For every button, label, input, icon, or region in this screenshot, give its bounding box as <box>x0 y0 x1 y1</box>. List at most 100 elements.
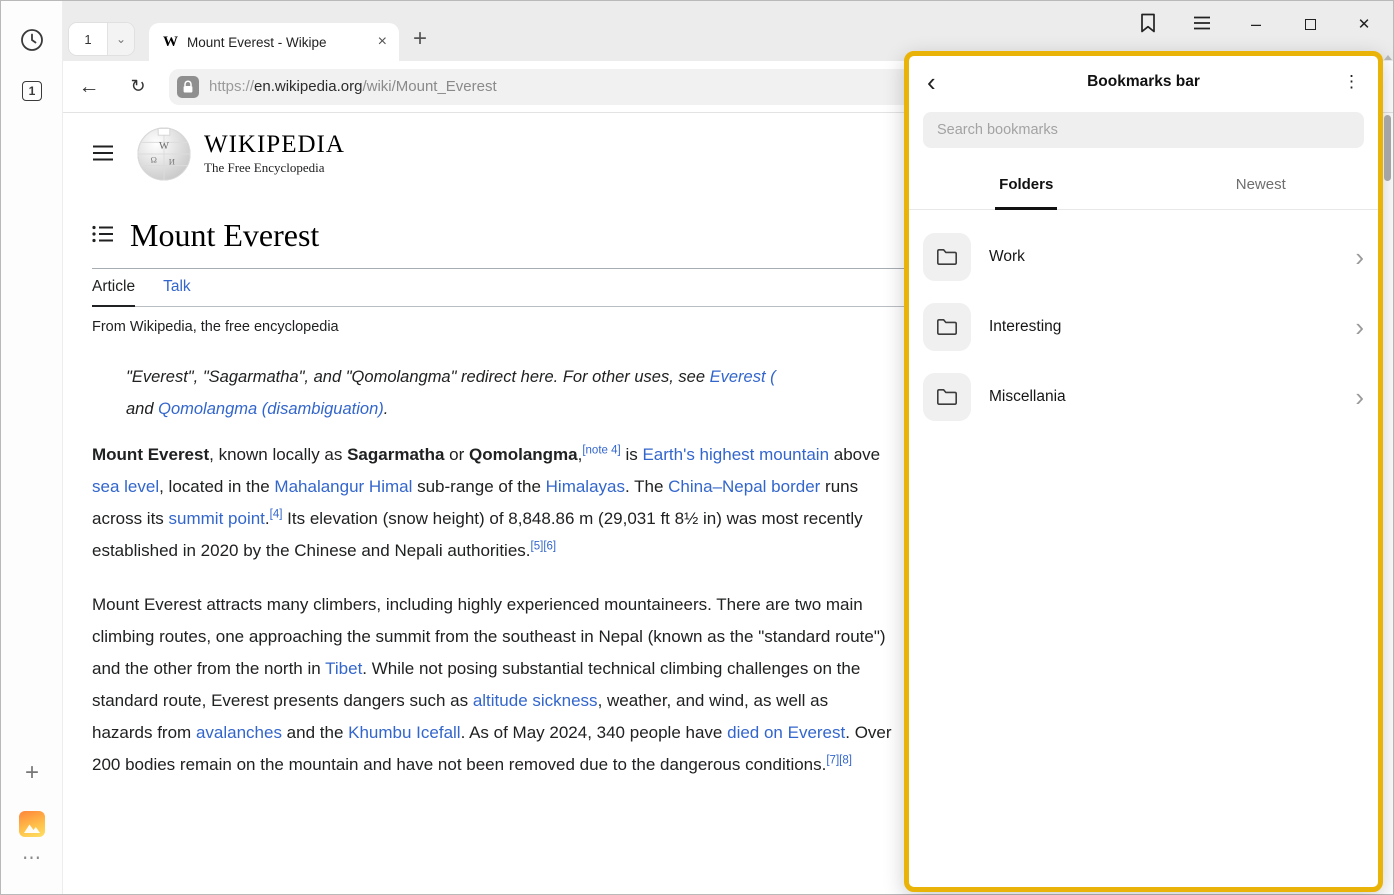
article-link[interactable]: Mahalangur Himal <box>274 477 412 496</box>
text-run: above <box>829 445 880 464</box>
history-clock-button[interactable] <box>1 28 63 54</box>
text-run: , located in the <box>159 477 274 496</box>
article-link[interactable]: China–Nepal border <box>668 477 820 496</box>
tab-title: Mount Everest - Wikipe <box>187 35 376 50</box>
browser-menu-button[interactable] <box>1175 2 1229 46</box>
article-link[interactable]: died on Everest <box>727 723 845 742</box>
article-paragraph-1: Mount Everest, known locally as Sagarmat… <box>92 439 892 567</box>
article-link[interactable]: Khumbu Icefall <box>348 723 460 742</box>
wikipedia-logo[interactable]: W Ω И <box>136 126 192 182</box>
text-run: . As of May 2024, 340 people have <box>461 723 728 742</box>
folder-label: Miscellania <box>989 388 1066 406</box>
bookmarks-panel-toggle-button[interactable] <box>1121 2 1175 46</box>
reload-button[interactable]: ↻ <box>127 76 149 97</box>
workspace-selector-button[interactable]: 1 <box>69 23 107 55</box>
left-rail: 1 + ⋯ <box>1 1 63 894</box>
text-run: . The <box>625 477 668 496</box>
workspace-badge: 1 <box>22 81 42 101</box>
panel-tab-label: Folders <box>999 176 1053 193</box>
article-link[interactable]: [4] <box>270 508 283 520</box>
maximize-button[interactable] <box>1283 2 1337 46</box>
article-link[interactable]: [5] <box>531 540 544 552</box>
gradient-app-icon <box>19 811 45 837</box>
rail-more-button[interactable]: ⋯ <box>1 847 63 869</box>
article-link[interactable]: Tibet <box>325 659 362 678</box>
text-run: "Everest", "Sagarmatha", and "Qomolangma… <box>126 368 710 386</box>
chevron-right-icon: › <box>1355 244 1364 270</box>
wordmark-block: WIKIPEDIA The Free Encyclopedia <box>204 132 345 176</box>
text-run: sub-range of the <box>412 477 545 496</box>
bookmark-icon <box>1138 12 1158 37</box>
bookmarks-search-input[interactable] <box>923 112 1364 148</box>
minimize-icon: – <box>1251 14 1261 35</box>
article-link[interactable]: Everest ( <box>710 368 776 386</box>
folder-label: Work <box>989 248 1025 266</box>
browser-tab[interactable]: W Mount Everest - Wikipe × <box>149 23 399 61</box>
new-tab-button[interactable]: + <box>407 24 433 54</box>
back-button[interactable]: ← <box>77 75 101 99</box>
bookmark-folder-row[interactable]: Miscellania › <box>923 362 1364 432</box>
text-run: . <box>384 400 389 418</box>
panel-tab-newest[interactable]: Newest <box>1144 160 1379 209</box>
folder-icon <box>923 373 971 421</box>
rail-add-button[interactable]: + <box>1 759 63 787</box>
scrollbar-thumb[interactable] <box>1384 115 1391 181</box>
article-link[interactable]: Qomolangma (disambiguation) <box>158 400 384 418</box>
page-scrollbar[interactable] <box>1383 53 1392 890</box>
chevron-right-icon: › <box>1355 384 1364 410</box>
article-link[interactable]: [8] <box>839 754 852 766</box>
text-run: is <box>621 445 643 464</box>
contents-list-button[interactable] <box>92 225 114 246</box>
article-link[interactable]: summit point <box>169 509 265 528</box>
mail-app-button[interactable] <box>1 811 63 837</box>
bookmark-folder-row[interactable]: Interesting › <box>923 292 1364 362</box>
url-text: https://en.wikipedia.org/wiki/Mount_Ever… <box>209 78 497 95</box>
text-run: and the <box>282 723 348 742</box>
wikipedia-wordmark[interactable]: WIKIPEDIA <box>204 132 345 158</box>
article-link[interactable]: [6] <box>543 540 556 552</box>
chevron-right-icon: › <box>1355 314 1364 340</box>
folder-label: Interesting <box>989 318 1061 336</box>
workspace-one-button[interactable]: 1 <box>1 81 63 101</box>
text-run: and <box>126 400 158 418</box>
wikipedia-tagline: The Free Encyclopedia <box>204 160 345 176</box>
workspace-selector: 1 ⌄ <box>69 23 134 55</box>
bookmark-folder-row[interactable]: Work › <box>923 222 1364 292</box>
tab-talk[interactable]: Talk <box>163 278 191 306</box>
main-menu-button[interactable] <box>92 145 116 164</box>
folder-list: Work › Interesting › Miscellania › <box>909 210 1378 432</box>
article-link[interactable]: sea level <box>92 477 159 496</box>
panel-header: ‹ Bookmarks bar ⋮ <box>909 56 1378 108</box>
article-link[interactable]: Himalayas <box>546 477 625 496</box>
url-path: /wiki/Mount_Everest <box>362 78 496 95</box>
article-link[interactable]: avalanches <box>196 723 282 742</box>
article-link[interactable]: Earth's highest mountain <box>642 445 829 464</box>
close-button[interactable]: ✕ <box>1337 2 1391 46</box>
tab-close-button[interactable]: × <box>376 33 389 51</box>
svg-text:И: И <box>169 157 176 167</box>
article-link[interactable]: [note 4] <box>582 444 620 456</box>
panel-tab-folders[interactable]: Folders <box>909 160 1144 209</box>
article-title: Mount Everest <box>130 217 319 254</box>
workspace-dropdown-button[interactable]: ⌄ <box>107 23 134 55</box>
url-host: en.wikipedia.org <box>254 78 362 95</box>
clock-icon <box>19 27 45 56</box>
text-run: Qomolangma <box>469 445 578 464</box>
panel-tabs: Folders Newest <box>909 160 1378 210</box>
panel-back-button[interactable]: ‹ <box>923 69 940 95</box>
maximize-icon <box>1305 19 1316 30</box>
article-link[interactable]: altitude sickness <box>473 691 598 710</box>
url-scheme: https:// <box>209 78 254 95</box>
browser-window: 1 + ⋯ 1 ⌄ W Mount Everest - Wikipe × + <box>0 0 1394 895</box>
minimize-button[interactable]: – <box>1229 2 1283 46</box>
window-controls: – ✕ <box>1121 2 1391 46</box>
hatnote: "Everest", "Sagarmatha", and "Qomolangma… <box>126 361 906 425</box>
text-run: , known locally as <box>209 445 347 464</box>
panel-menu-button[interactable]: ⋮ <box>1339 72 1364 92</box>
article-link[interactable]: [7] <box>826 754 839 766</box>
text-run: Sagarmatha <box>347 445 444 464</box>
lock-icon[interactable] <box>177 76 199 98</box>
svg-text:Ω: Ω <box>150 155 156 165</box>
tab-article[interactable]: Article <box>92 278 135 307</box>
scrollbar-up-arrow-icon[interactable] <box>1384 55 1392 60</box>
